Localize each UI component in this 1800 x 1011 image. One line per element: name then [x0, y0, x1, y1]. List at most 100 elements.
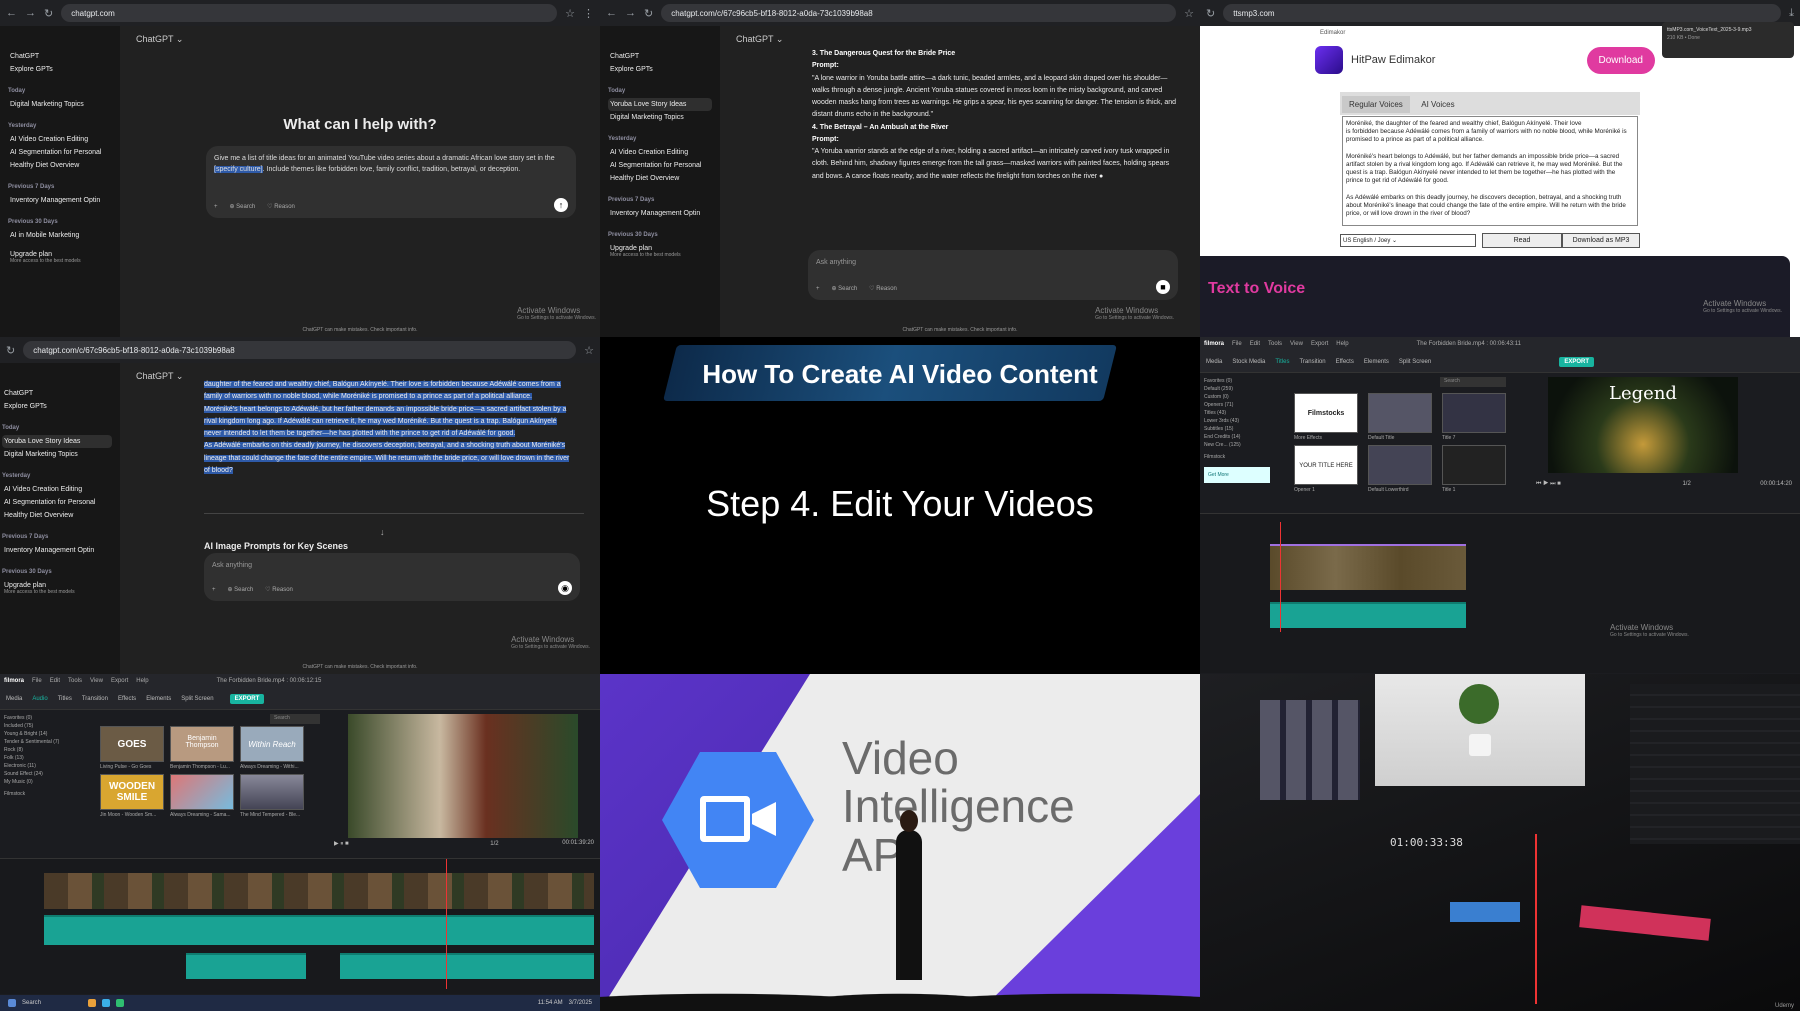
tab-media[interactable]: Media — [6, 696, 22, 702]
tab-titles[interactable]: Titles — [58, 696, 72, 702]
audio-thumb[interactable]: GOES — [100, 726, 164, 762]
search-button[interactable]: ⊕ Search — [227, 586, 253, 595]
history-item[interactable]: Healthy Diet Overview — [2, 509, 112, 522]
export-button[interactable]: EXPORT — [229, 693, 265, 704]
menu-help[interactable]: Help — [1336, 341, 1348, 347]
category-item[interactable]: New Cre... (125) — [1204, 441, 1270, 449]
category-item[interactable]: Titles (43) — [1204, 409, 1270, 417]
tab-media[interactable]: Media — [1206, 359, 1222, 365]
upgrade-plan[interactable]: Upgrade plan More access to the best mod… — [2, 579, 112, 598]
star-icon[interactable]: ☆ — [565, 7, 575, 20]
search-button[interactable]: ⊕ Search — [831, 285, 857, 294]
address-bar[interactable]: ttsmp3.com — [1223, 4, 1782, 22]
app-icon[interactable] — [116, 999, 124, 1007]
category-item[interactable]: Young & Bright (14) — [4, 730, 74, 738]
plus-icon[interactable]: + — [212, 586, 216, 595]
read-button[interactable]: Read — [1482, 233, 1562, 248]
category-item[interactable]: Included (75) — [4, 722, 74, 730]
menu-tools[interactable]: Tools — [68, 678, 82, 684]
menu-edit[interactable]: Edit — [1250, 341, 1260, 347]
tab-elements[interactable]: Elements — [146, 696, 171, 702]
playhead[interactable] — [1280, 522, 1281, 632]
thumb-title-7[interactable] — [1442, 393, 1506, 433]
plus-icon[interactable]: + — [816, 285, 820, 294]
scroll-down-icon[interactable]: ↓ — [380, 527, 385, 537]
tab-transition[interactable]: Transition — [82, 696, 108, 702]
thumb-opener-1[interactable]: YOUR TITLE HERE — [1294, 445, 1358, 485]
play-icon[interactable]: ▶ ⏸ ■ — [334, 841, 349, 847]
reason-button[interactable]: ♡ Reason — [265, 586, 293, 595]
history-item[interactable]: AI Segmentation for Personal — [8, 146, 112, 159]
model-selector[interactable]: ChatGPT ⌄ — [736, 34, 783, 45]
sidebar-item-explore[interactable]: Explore GPTs — [8, 63, 112, 76]
tab-ai-voices[interactable]: AI Voices — [1414, 96, 1461, 113]
reload-icon[interactable]: ↻ — [6, 344, 15, 357]
history-item[interactable]: AI Segmentation for Personal — [2, 496, 112, 509]
category-item[interactable]: Favorites (0) — [4, 714, 74, 722]
audio-thumb[interactable] — [170, 774, 234, 810]
search-input[interactable]: Search — [270, 714, 320, 724]
menu-edit[interactable]: Edit — [50, 678, 60, 684]
play-icon[interactable]: ⏮ ▶ ⏭ ■ — [1536, 481, 1561, 487]
ratio-select[interactable]: 1/2 — [490, 841, 498, 847]
tts-textarea[interactable]: Moréniké, the daughter of the feared and… — [1342, 116, 1638, 226]
search-input[interactable]: Search — [1440, 377, 1506, 387]
tab-split[interactable]: Split Screen — [1399, 359, 1431, 365]
history-item[interactable]: AI Video Creation Editing — [8, 133, 112, 146]
history-item[interactable]: Digital Marketing Topics — [8, 98, 112, 111]
history-item[interactable]: Inventory Management Optin — [608, 207, 712, 220]
history-item[interactable]: Healthy Diet Overview — [608, 172, 712, 185]
back-icon[interactable]: ← — [6, 7, 17, 19]
stop-icon[interactable]: ■ — [1156, 280, 1170, 294]
address-bar[interactable]: chatgpt.com/c/67c96cb5-bf18-8012-a0da-73… — [661, 4, 1177, 22]
upgrade-plan[interactable]: Upgrade plan More access to the best mod… — [8, 248, 112, 267]
send-icon[interactable]: ↑ — [554, 198, 568, 212]
taskbar-search[interactable]: Search — [22, 1000, 82, 1006]
sidebar-item-explore[interactable]: Explore GPTs — [608, 63, 712, 76]
history-item[interactable]: Digital Marketing Topics — [2, 448, 112, 461]
thumb-title-1[interactable] — [1442, 445, 1506, 485]
history-item-active[interactable]: Yoruba Love Story Ideas — [2, 435, 112, 448]
menu-file[interactable]: File — [1232, 341, 1242, 347]
reason-button[interactable]: ♡ Reason — [869, 285, 897, 294]
download-mp3-button[interactable]: Download as MP3 — [1562, 233, 1640, 248]
sidebar-item-explore[interactable]: Explore GPTs — [2, 400, 112, 413]
category-item[interactable]: Favorites (0) — [1204, 377, 1270, 385]
ask-input[interactable]: Ask anything + ⊕ Search ♡ Reason ◉ — [204, 553, 580, 601]
star-icon[interactable]: ☆ — [1184, 7, 1194, 20]
forward-icon[interactable]: → — [625, 7, 636, 19]
tab-audio[interactable]: Audio — [32, 696, 47, 702]
playhead[interactable] — [446, 859, 447, 989]
tab-stock[interactable]: Stock Media — [1232, 359, 1265, 365]
audio-thumb[interactable]: WOODEN SMILE — [100, 774, 164, 810]
category-item[interactable]: Sound Effect (24) — [4, 770, 74, 778]
model-selector[interactable]: ChatGPT ⌄ — [136, 371, 183, 382]
category-item[interactable]: Default (259) — [1204, 385, 1270, 393]
audio-thumb[interactable]: Benjamin Thompson — [170, 726, 234, 762]
app-icon[interactable] — [88, 999, 96, 1007]
ad-download-button[interactable]: Download — [1586, 46, 1655, 74]
model-selector[interactable]: ChatGPT ⌄ — [136, 34, 183, 45]
history-item[interactable]: Inventory Management Optin — [8, 194, 112, 207]
menu-file[interactable]: File — [32, 678, 42, 684]
tab-transition[interactable]: Transition — [1299, 359, 1325, 365]
app-icon[interactable] — [102, 999, 110, 1007]
category-item[interactable]: Electronic (11) — [4, 762, 74, 770]
audio-thumb[interactable] — [240, 774, 304, 810]
history-item[interactable]: Healthy Diet Overview — [8, 159, 112, 172]
tab-split[interactable]: Split Screen — [181, 696, 213, 702]
ratio-select[interactable]: 1/2 — [1682, 481, 1690, 487]
voice-icon[interactable]: ◉ — [558, 581, 572, 595]
tab-titles[interactable]: Titles — [1275, 359, 1289, 365]
thumb-filmstocks[interactable]: Filmstocks — [1294, 393, 1358, 433]
category-item[interactable]: Filmstock — [1204, 453, 1270, 461]
prompt-input[interactable]: Give me a list of title ideas for an ani… — [206, 146, 576, 218]
ad-banner[interactable]: HitPaw Edimakor Download — [1315, 42, 1655, 78]
sidebar-item-chatgpt[interactable]: ChatGPT — [608, 50, 712, 63]
menu-export[interactable]: Export — [111, 678, 128, 684]
back-icon[interactable]: ← — [606, 7, 617, 19]
tab-effects[interactable]: Effects — [1336, 359, 1354, 365]
thumb-default-title[interactable] — [1368, 393, 1432, 433]
tab-elements[interactable]: Elements — [1364, 359, 1389, 365]
sidebar-item-chatgpt[interactable]: ChatGPT — [2, 387, 112, 400]
